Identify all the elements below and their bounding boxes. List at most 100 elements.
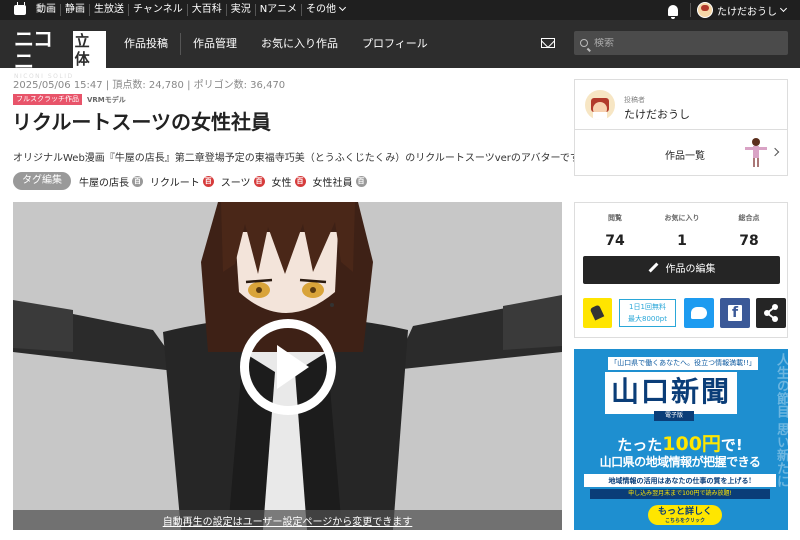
facebook-share-button[interactable] bbox=[720, 298, 750, 328]
stat-total: 総合点 78 bbox=[717, 213, 781, 249]
tag-label: 牛屋の店長 bbox=[79, 177, 129, 189]
ad-strip: 地域情報の活用はあなたの仕事の質を上げる! bbox=[584, 474, 776, 487]
vrm-badge: VRMモデル bbox=[87, 95, 126, 104]
user-area: たけだおうし bbox=[668, 0, 800, 20]
tag-item[interactable]: 牛屋の店長百 bbox=[79, 174, 143, 189]
dic-icon[interactable]: 百 bbox=[202, 175, 214, 187]
main-nav: 作品投稿 作品管理 お気に入り作品 プロフィール bbox=[112, 20, 440, 68]
ad-cta-small: こちらをクリック bbox=[664, 518, 705, 524]
ad-price-highlight: 100円 bbox=[662, 433, 721, 455]
logo-box-text: 立体 bbox=[72, 31, 106, 69]
dic-icon[interactable]: 百 bbox=[355, 175, 367, 187]
avatar[interactable] bbox=[585, 90, 615, 120]
tag-edit-button[interactable]: タグ編集 bbox=[13, 172, 71, 190]
nicoad-promo[interactable]: 1日1回無料 最大8000pt bbox=[619, 299, 676, 327]
dic-icon[interactable]: 百 bbox=[132, 175, 143, 187]
tag-item[interactable]: リクルート百 bbox=[150, 174, 214, 189]
tag-label: 女性 bbox=[271, 177, 292, 189]
ad-logo: 山口新聞 bbox=[605, 372, 737, 414]
tag-item[interactable]: 女性社員百 bbox=[313, 174, 367, 189]
nicoad-icon[interactable] bbox=[583, 298, 612, 328]
author-label: 投稿者 bbox=[624, 96, 645, 104]
dic-icon[interactable]: 百 bbox=[294, 175, 306, 187]
stats-card: 閲覧 74 お気に入り 1 総合点 78 作品の編集 1日1回無料 最大8000… bbox=[574, 202, 788, 338]
tag-label: リクルート bbox=[150, 177, 200, 189]
model-viewer[interactable]: 自動再生の設定はユーザー設定ページから変更できます bbox=[13, 202, 562, 530]
ad-cta-button[interactable]: もっと詳しく こちらをクリック bbox=[648, 505, 722, 525]
service-nav: 動画 静画 生放送 チャンネル 大百科 実況 Nアニメ その他 bbox=[32, 3, 349, 16]
full-scratch-badge: フルスクラッチ作品 bbox=[13, 94, 82, 105]
tag-item[interactable]: 女性百 bbox=[272, 174, 306, 189]
nav-favorite-works[interactable]: お気に入り作品 bbox=[249, 32, 350, 56]
nav-profile[interactable]: プロフィール bbox=[350, 32, 440, 56]
share-row: 1日1回無料 最大8000pt bbox=[583, 298, 786, 328]
ad-headline: 山口県の地域情報が把握できる bbox=[599, 455, 761, 469]
autoplay-settings-link[interactable]: 自動再生の設定はユーザー設定ページから変更できます bbox=[163, 517, 413, 528]
divider bbox=[690, 3, 691, 17]
ad-price-post: で! bbox=[720, 436, 743, 454]
service-nav-more[interactable]: その他 bbox=[300, 3, 349, 16]
nav-post-work[interactable]: 作品投稿 bbox=[112, 32, 180, 56]
edit-work-button[interactable]: 作品の編集 bbox=[583, 256, 780, 284]
ad-cta-label: もっと詳しく bbox=[657, 507, 712, 517]
chevron-right-icon bbox=[770, 147, 780, 157]
service-nav-dic[interactable]: 大百科 bbox=[186, 4, 226, 16]
search-input[interactable] bbox=[594, 37, 774, 49]
user-menu-name[interactable]: たけだおうし bbox=[717, 3, 777, 18]
service-nav-channel[interactable]: チャンネル bbox=[128, 4, 187, 16]
tag-label: 女性社員 bbox=[312, 177, 353, 189]
service-nav-video[interactable]: 動画 bbox=[32, 4, 60, 16]
play-button[interactable] bbox=[240, 319, 336, 415]
site-logo[interactable]: ニコニ 立体 NICONI SOLID bbox=[14, 28, 106, 80]
share-button[interactable] bbox=[756, 298, 786, 328]
ad-edition: 電子版 bbox=[654, 411, 694, 421]
service-nav-seiga[interactable]: 静画 bbox=[60, 4, 89, 16]
stat-favorites: お気に入り 1 bbox=[650, 213, 714, 249]
chevron-down-icon[interactable] bbox=[779, 4, 788, 12]
nav-manage-works[interactable]: 作品管理 bbox=[181, 32, 249, 56]
stat-favorites-value: 1 bbox=[677, 233, 687, 249]
chevron-down-icon bbox=[338, 3, 347, 12]
page-title: リクルートスーツの女性社員 bbox=[12, 110, 271, 134]
ad-note: 申し込み翌月末まで100円で読み放題! bbox=[590, 489, 770, 499]
bell-icon[interactable] bbox=[668, 4, 678, 19]
facebook-icon bbox=[728, 305, 742, 322]
stat-views: 閲覧 74 bbox=[583, 213, 647, 249]
autoplay-notice-bar: 自動再生の設定はユーザー設定ページから変更できます bbox=[13, 510, 562, 530]
work-description: オリジナルWeb漫画『牛屋の店長』第二章登場予定の東福寺巧美（とうふくじたくみ）… bbox=[13, 153, 589, 164]
author-card: 投稿者 たけだおうし 作品一覧 bbox=[574, 79, 788, 176]
stat-views-label: 閲覧 bbox=[608, 214, 622, 222]
search-icon[interactable] bbox=[580, 39, 588, 47]
ad-banner[interactable]: 「山口県で働くあなたへ。役立つ情報満載!!」 山口新聞 電子版 たった100円で… bbox=[574, 349, 788, 530]
ad-subtitle: 「山口県で働くあなたへ。役立つ情報満載!!」 bbox=[608, 357, 758, 370]
twitter-share-button[interactable] bbox=[684, 298, 714, 328]
dic-icon[interactable]: 百 bbox=[253, 175, 265, 187]
stat-total-value: 78 bbox=[739, 233, 759, 249]
works-thumbnail bbox=[745, 138, 767, 167]
mail-icon[interactable] bbox=[541, 38, 555, 48]
pencil-icon bbox=[648, 262, 658, 273]
top-bar: 動画 静画 生放送 チャンネル 大百科 実況 Nアニメ その他 たけだおうし bbox=[0, 0, 800, 20]
service-nav-nanime[interactable]: Nアニメ bbox=[254, 4, 301, 16]
niconico-tv-icon[interactable] bbox=[14, 5, 26, 15]
tag-item[interactable]: スーツ百 bbox=[221, 174, 265, 189]
ad-price: たった100円で! bbox=[582, 429, 778, 456]
tag-label: スーツ bbox=[220, 177, 251, 189]
works-list-link[interactable]: 作品一覧 bbox=[575, 130, 787, 176]
twitter-icon bbox=[691, 307, 707, 319]
author-name[interactable]: たけだおうし bbox=[624, 106, 690, 122]
stat-favorites-label: お気に入り bbox=[664, 214, 700, 222]
edit-work-label: 作品の編集 bbox=[665, 264, 716, 275]
nicoad-line1: 1日1回無料 bbox=[629, 303, 666, 311]
service-nav-jikkyo[interactable]: 実況 bbox=[225, 4, 255, 16]
work-meta: 2025/05/06 15:47 | 頂点数: 24,780 | ポリゴン数: … bbox=[13, 80, 286, 91]
avatar[interactable] bbox=[697, 2, 713, 18]
work-badges: フルスクラッチ作品 VRMモデル bbox=[13, 94, 126, 105]
stat-total-label: 総合点 bbox=[738, 214, 760, 222]
stat-views-value: 74 bbox=[605, 233, 625, 249]
tag-list: タグ編集 牛屋の店長百 リクルート百 スーツ百 女性百 女性社員百 bbox=[13, 172, 374, 190]
share-icon bbox=[764, 304, 778, 322]
service-nav-live[interactable]: 生放送 bbox=[89, 4, 128, 16]
works-list-label: 作品一覧 bbox=[665, 151, 705, 162]
ad-content: 「山口県で働くあなたへ。役立つ情報満載!!」 山口新聞 電子版 たった100円で… bbox=[582, 353, 776, 526]
